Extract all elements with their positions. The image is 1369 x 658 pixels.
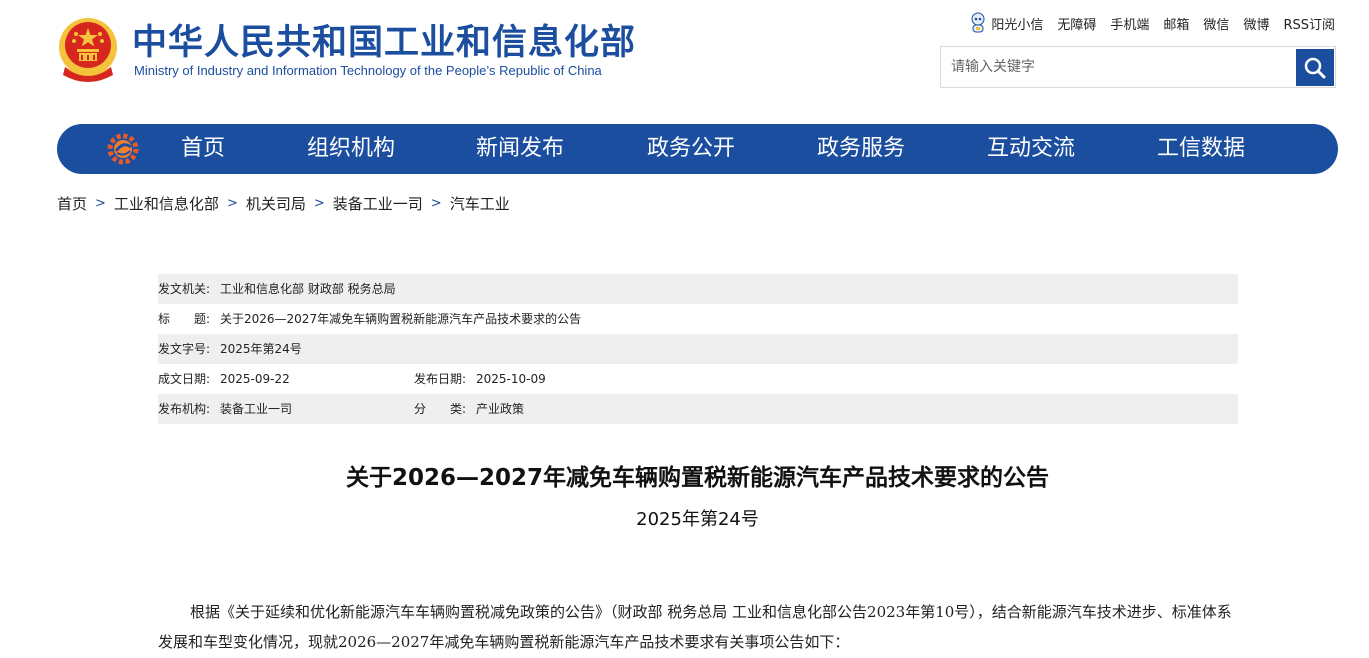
- robot-assistant-icon: [971, 12, 985, 33]
- article-number: 2025年第24号: [636, 509, 759, 530]
- breadcrumb-separator-icon: >: [95, 196, 106, 211]
- breadcrumb-home[interactable]: 首页: [57, 193, 87, 214]
- meta-title-label: 标 题:: [158, 312, 211, 326]
- meta-published-label: 发布日期:: [414, 372, 467, 386]
- meta-written-value: 2025-09-22: [220, 372, 290, 386]
- breadcrumb-separator-icon: >: [226, 196, 238, 211]
- meta-row-title: 标 题: 关于2026—2027年减免车辆购置税新能源汽车产品技术要求的公告: [158, 304, 1238, 334]
- meta-category-value: 产业政策: [476, 402, 525, 416]
- article-body: 根据《关于延续和优化新能源汽车车辆购置税减免政策的公告》（财政部 税务总局 工业…: [158, 603, 1232, 651]
- meta-issuer-value: 工业和信息化部 财政部 税务总局: [220, 282, 396, 296]
- breadcrumb-separator-icon: >: [313, 196, 325, 211]
- search-icon: [1304, 57, 1326, 78]
- meta-title-value: 关于2026—2027年减免车辆购置税新能源汽车产品技术要求的公告: [220, 312, 582, 326]
- nav-item-government-services[interactable]: 政务服务: [817, 124, 905, 174]
- meta-category-label: 分 类:: [414, 402, 467, 416]
- top-link-accessibility[interactable]: 无障碍: [1057, 14, 1096, 33]
- meta-row-agency: 发布机构: 装备工业一司 分 类: 产业政策: [158, 394, 1238, 424]
- top-link-wechat[interactable]: 微信: [1203, 14, 1229, 33]
- nav-item-organization[interactable]: 组织机构: [307, 124, 395, 174]
- meta-docno-label: 发文字号:: [158, 342, 211, 356]
- top-link-mobile[interactable]: 手机端: [1110, 14, 1149, 33]
- top-link-label: 阳光小信: [991, 17, 1044, 33]
- nav-item-government-affairs[interactable]: 政务公开: [647, 124, 735, 174]
- document-meta-table: 发文机关: 工业和信息化部 财政部 税务总局 标 题: 关于2026—2027年…: [158, 274, 1238, 424]
- breadcrumb-ministry[interactable]: 工业和信息化部: [114, 193, 219, 214]
- meta-row-issuer: 发文机关: 工业和信息化部 财政部 税务总局: [158, 274, 1238, 304]
- top-link-weibo[interactable]: 微博: [1243, 14, 1269, 33]
- main-nav: 首页 组织机构 新闻发布 政务公开 政务服务 互动交流 工信数据: [57, 124, 1338, 174]
- nav-item-interaction[interactable]: 互动交流: [987, 124, 1075, 174]
- miit-gear-logo-icon: [107, 133, 139, 165]
- meta-issuer-label: 发文机关:: [158, 282, 211, 296]
- breadcrumb-departments[interactable]: 机关司局: [246, 193, 306, 214]
- nav-item-data[interactable]: 工信数据: [1157, 124, 1245, 174]
- search-box: [940, 46, 1336, 88]
- search-input[interactable]: [941, 47, 1316, 87]
- breadcrumb-equipment-dept[interactable]: 装备工业一司: [333, 193, 423, 214]
- site-title[interactable]: 中华人民共和国工业和信息化部: [132, 14, 636, 65]
- search-button[interactable]: [1296, 49, 1334, 86]
- nav-item-news[interactable]: 新闻发布: [476, 124, 564, 174]
- breadcrumb-auto-industry[interactable]: 汽车工业: [450, 193, 510, 214]
- meta-docno-value: 2025年第24号: [220, 342, 302, 356]
- top-link-sunny-xiaoxin[interactable]: 阳光小信: [970, 12, 1043, 34]
- breadcrumb-separator-icon: >: [430, 196, 442, 211]
- meta-written-label: 成文日期:: [158, 372, 211, 386]
- national-emblem-icon: [57, 17, 119, 83]
- meta-agency-value: 装备工业一司: [220, 402, 293, 416]
- breadcrumb: 首页 > 工业和信息化部 > 机关司局 > 装备工业一司 > 汽车工业: [57, 193, 510, 214]
- nav-item-home[interactable]: 首页: [181, 124, 225, 174]
- meta-published-value: 2025-10-09: [476, 372, 546, 386]
- meta-agency-label: 发布机构:: [158, 402, 211, 416]
- article-title: 关于2026—2027年减免车辆购置税新能源汽车产品技术要求的公告: [345, 465, 1050, 491]
- top-link-mailbox[interactable]: 邮箱: [1163, 14, 1189, 33]
- meta-row-dates: 成文日期: 2025-09-22 发布日期: 2025-10-09: [158, 364, 1238, 394]
- top-link-rss[interactable]: RSS订阅: [1283, 14, 1335, 33]
- top-links: 阳光小信 无障碍 手机端 邮箱 微信 微博 RSS订阅: [970, 12, 1335, 34]
- meta-row-docno: 发文字号: 2025年第24号: [158, 334, 1238, 364]
- site-subtitle: Ministry of Industry and Information Tec…: [134, 63, 602, 78]
